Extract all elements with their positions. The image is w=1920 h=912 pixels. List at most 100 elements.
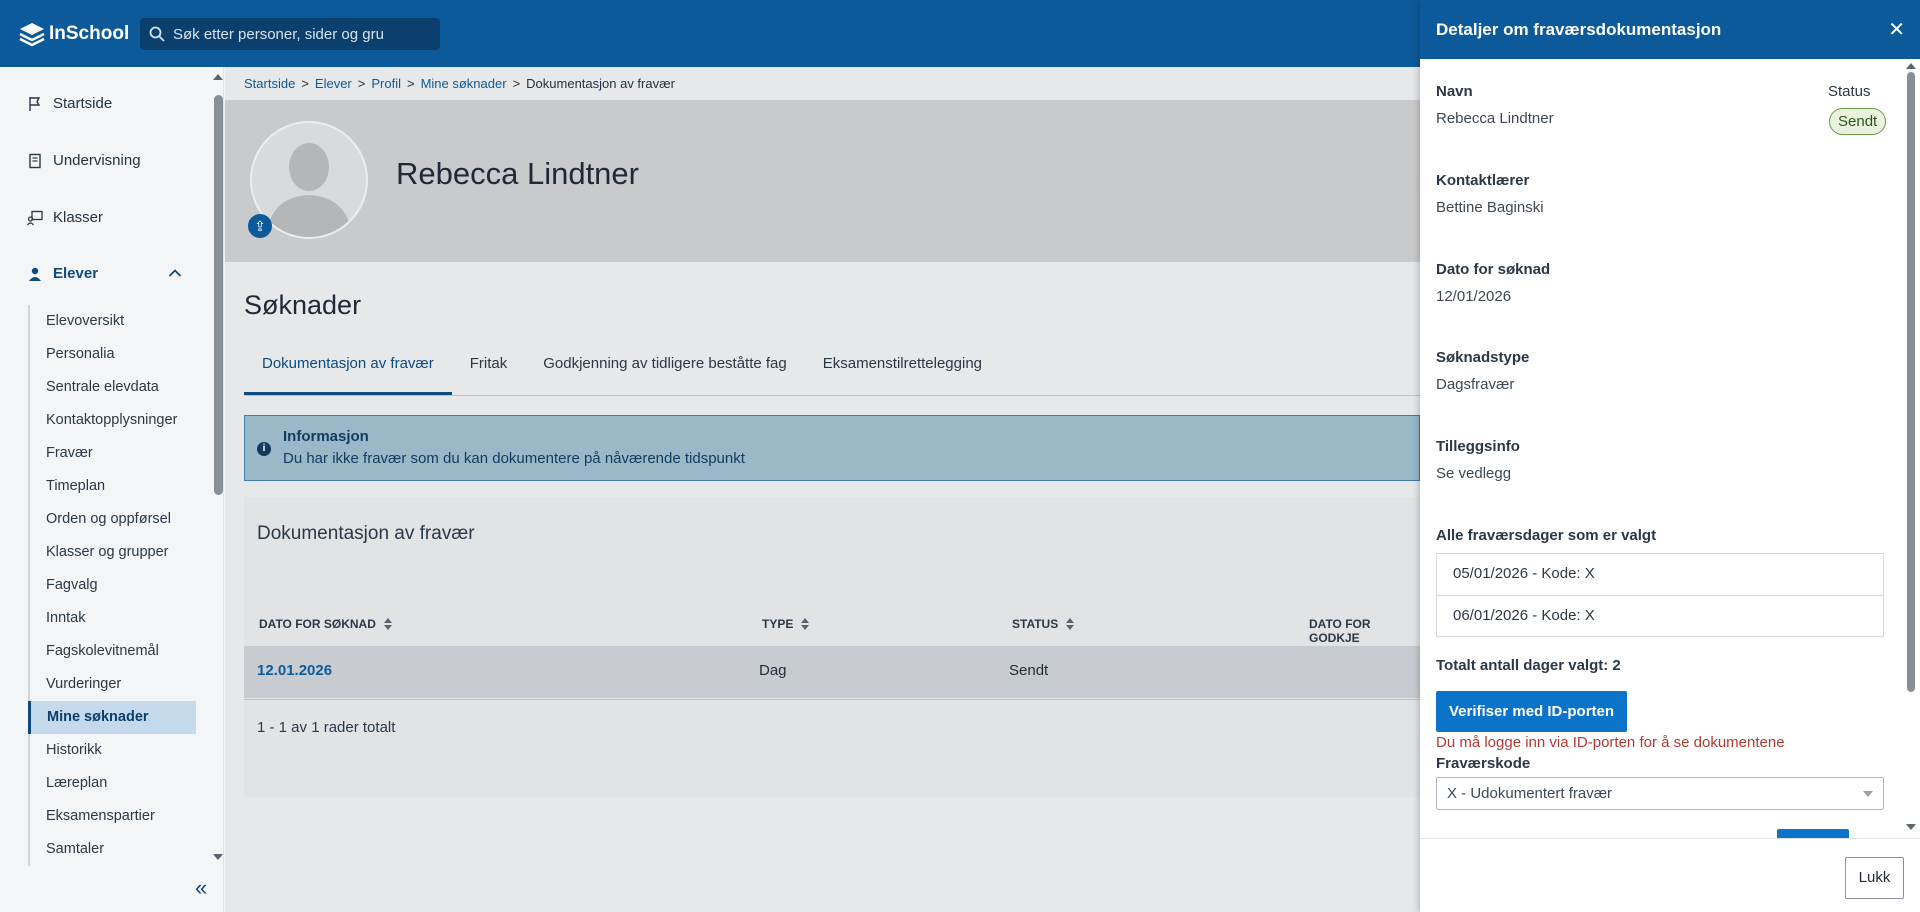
breadcrumb-link[interactable]: Profil bbox=[371, 76, 401, 91]
sidebar-subitem[interactable]: Historikk bbox=[30, 734, 196, 767]
sidebar-subitem[interactable]: Vurderinger bbox=[30, 668, 196, 701]
elever-submenu: Elevoversikt Personalia Sentrale elevdat… bbox=[28, 305, 196, 866]
sort-icon[interactable] bbox=[1066, 618, 1075, 630]
sidebar-item-elever[interactable]: Elever bbox=[27, 265, 187, 282]
sidebar-subitem[interactable]: Kontaktopplysninger bbox=[30, 404, 196, 437]
student-name: Rebecca Lindtner bbox=[396, 156, 639, 191]
tabs-divider bbox=[244, 395, 1420, 396]
search-icon bbox=[149, 26, 165, 42]
name-label: Navn bbox=[1436, 83, 1473, 100]
chevron-up-icon[interactable] bbox=[168, 268, 182, 278]
sidebar-item-undervisning[interactable]: Undervisning bbox=[27, 152, 141, 169]
classroom-icon bbox=[27, 210, 43, 225]
drawer-scrollbar[interactable] bbox=[1904, 62, 1918, 832]
scroll-up-icon[interactable] bbox=[1906, 62, 1916, 70]
column-header-dato[interactable]: DATO FOR SØKNAD bbox=[259, 617, 392, 631]
sidebar-item-label: Undervisning bbox=[53, 152, 141, 169]
column-header-label: TYPE bbox=[762, 617, 794, 631]
sidebar-subitem[interactable]: Læreplan bbox=[30, 767, 196, 800]
status-badge: Sendt bbox=[1829, 108, 1887, 135]
table-row[interactable]: 12.01.2026 Dag Sendt bbox=[244, 646, 1420, 698]
scroll-down-icon[interactable] bbox=[213, 853, 223, 861]
drawer-header: Detaljer om fraværsdokumentasjon ✕ bbox=[1420, 0, 1920, 59]
tab-eksamenstilrettelegging[interactable]: Eksamenstilrettelegging bbox=[805, 349, 1000, 395]
drawer-scroll-thumb[interactable] bbox=[1907, 72, 1915, 692]
info-icon: i bbox=[257, 442, 271, 456]
chevron-right-icon: > bbox=[406, 76, 415, 91]
type-value: Dagsfravær bbox=[1436, 376, 1515, 393]
scroll-down-icon[interactable] bbox=[1906, 823, 1916, 831]
column-header-type[interactable]: TYPE bbox=[762, 617, 810, 631]
sidebar-subitem[interactable]: Sentrale elevdata bbox=[30, 371, 196, 404]
tab-fritak[interactable]: Fritak bbox=[452, 349, 526, 395]
error-message: Du må logge inn via ID-porten for å se d… bbox=[1436, 734, 1785, 751]
main-content: Startside > Elever > Profil > Mine søknader… bbox=[225, 67, 1420, 912]
info-banner: i Informasjon Du har ikke fravær som du … bbox=[244, 415, 1420, 481]
sidebar-subitem[interactable]: Elevoversikt bbox=[30, 305, 196, 338]
sidebar-subitem[interactable]: Inntak bbox=[30, 602, 196, 635]
extra-info-value: Se vedlegg bbox=[1436, 465, 1512, 482]
info-text: Du har ikke fravær som du kan dokumenter… bbox=[283, 450, 745, 467]
sort-icon[interactable] bbox=[383, 618, 392, 630]
status-label: Status bbox=[1828, 83, 1871, 100]
breadcrumb-link[interactable]: Elever bbox=[315, 76, 352, 91]
profile-header: ⇪ Rebecca Lindtner bbox=[225, 100, 1420, 262]
tab-dokumentasjon-av-fravaer[interactable]: Dokumentasjon av fravær bbox=[244, 349, 452, 395]
sidebar-subitem[interactable]: Samtaler bbox=[30, 833, 196, 866]
sidebar-subitem[interactable]: Klasser og grupper bbox=[30, 536, 196, 569]
breadcrumb: Startside > Elever > Profil > Mine søknader… bbox=[244, 76, 675, 91]
row-date-link[interactable]: 12.01.2026 bbox=[257, 662, 332, 679]
verify-id-porten-button[interactable]: Verifiser med ID-porten bbox=[1436, 691, 1628, 732]
teacher-label: Kontaktlærer bbox=[1436, 172, 1530, 189]
sort-icon[interactable] bbox=[801, 618, 810, 630]
chevron-down-icon bbox=[1863, 791, 1873, 797]
info-title: Informasjon bbox=[283, 428, 369, 445]
upload-photo-icon[interactable]: ⇪ bbox=[248, 214, 272, 238]
drawer-title: Detaljer om fraværsdokumentasjon bbox=[1436, 20, 1722, 39]
days-label: Alle fraværsdager som er valgt bbox=[1436, 527, 1657, 544]
sidebar-subitem[interactable]: Eksamenspartier bbox=[30, 800, 196, 833]
search-input[interactable]: Søk etter personer, sider og gru bbox=[140, 18, 440, 50]
brand-logo[interactable]: InSchool bbox=[18, 20, 129, 48]
layers-icon bbox=[19, 23, 45, 47]
column-header-label: DATO FOR GODKJE bbox=[1309, 617, 1371, 645]
sidebar-subitem[interactable]: Personalia bbox=[30, 338, 196, 371]
sidebar-item-klasser[interactable]: Klasser bbox=[27, 209, 103, 226]
sidebar-item-label: Elever bbox=[53, 265, 99, 282]
row-type: Dag bbox=[759, 662, 787, 679]
sidebar-scroll-thumb[interactable] bbox=[214, 95, 223, 495]
column-header-dato-godkjent[interactable]: DATO FOR GODKJE bbox=[1309, 617, 1420, 645]
sidebar-subitem[interactable]: Fagvalg bbox=[30, 569, 196, 602]
tab-godkjenning[interactable]: Godkjenning av tidligere beståtte fag bbox=[525, 349, 805, 395]
absence-code-value: X - Udokumentert fravær bbox=[1447, 785, 1613, 802]
column-header-label: DATO FOR SØKNAD bbox=[259, 617, 376, 631]
chevron-right-icon: > bbox=[301, 76, 309, 91]
sidebar-scrollbar[interactable] bbox=[212, 73, 224, 863]
extra-info-label: Tilleggsinfo bbox=[1436, 438, 1520, 455]
sidebar-subitem[interactable]: Orden og oppførsel bbox=[30, 503, 196, 536]
sidebar-subitem[interactable]: Timeplan bbox=[30, 470, 196, 503]
page-title: Søknader bbox=[244, 290, 362, 320]
row-status: Sendt bbox=[1009, 662, 1049, 679]
absence-code-select[interactable]: X - Udokumentert fravær bbox=[1436, 777, 1884, 810]
flag-icon bbox=[29, 96, 41, 111]
collapse-sidebar-icon[interactable]: « bbox=[195, 875, 207, 901]
list-item: 05/01/2026 - Kode: X bbox=[1453, 565, 1595, 582]
date-label: Dato for søknad bbox=[1436, 261, 1551, 278]
name-value: Rebecca Lindtner bbox=[1436, 110, 1554, 127]
breadcrumb-link[interactable]: Mine søknader bbox=[421, 76, 507, 91]
column-header-status[interactable]: STATUS bbox=[1012, 617, 1075, 631]
sidebar-subitem[interactable]: Fagskolevitnemål bbox=[30, 635, 196, 668]
book-icon bbox=[29, 153, 41, 168]
breadcrumb-link[interactable]: Startside bbox=[244, 76, 295, 91]
table-divider bbox=[244, 699, 1420, 700]
chevron-right-icon: > bbox=[512, 76, 521, 91]
scroll-up-icon[interactable] bbox=[213, 73, 223, 81]
sidebar-item-startside[interactable]: Startside bbox=[27, 95, 112, 112]
sidebar-subitem[interactable]: Fravær bbox=[30, 437, 196, 470]
close-button[interactable]: Lukk bbox=[1845, 857, 1904, 899]
sidebar-subitem-active[interactable]: Mine søknader bbox=[28, 701, 196, 734]
drawer-body: Navn Rebecca Lindtner Status Sendt Konta… bbox=[1420, 59, 1920, 839]
sidebar-item-label: Startside bbox=[53, 95, 113, 112]
close-icon[interactable]: ✕ bbox=[1888, 17, 1905, 42]
